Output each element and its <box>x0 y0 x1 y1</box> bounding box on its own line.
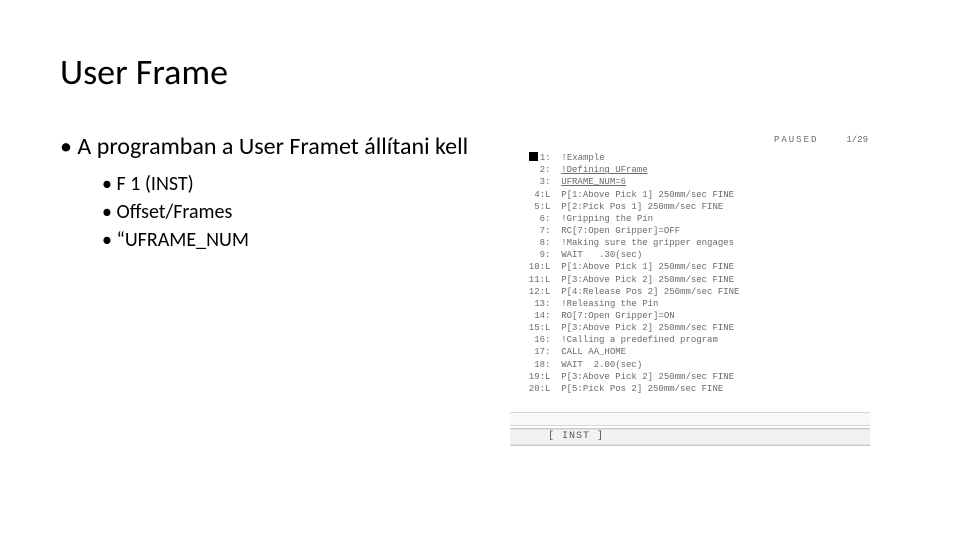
bullet-main: A programban a User Framet állítani kell <box>60 132 490 162</box>
sub-bullet-list: F 1 (INST) Offset/Frames “UFRAME_NUM <box>60 170 490 254</box>
slide: User Frame A programban a User Framet ál… <box>0 0 960 540</box>
sub-bullet: “UFRAME_NUM <box>102 226 490 254</box>
code-line: 8: !Making sure the gripper engages <box>518 237 872 249</box>
code-line: 7: RC[7:Open Gripper]=OFF <box>518 225 872 237</box>
code-line: 10:L P[1:Above Pick 1] 250mm/sec FINE <box>518 261 872 273</box>
code-line: 14: RO[7:Open Gripper]=ON <box>518 310 872 322</box>
code-line: 20:L P[5:Pick Pos 2] 250mm/sec FINE <box>518 383 872 395</box>
code-line: 15:L P[3:Above Pick 2] 250mm/sec FINE <box>518 322 872 334</box>
text-column: A programban a User Framet állítani kell… <box>60 132 500 254</box>
cursor-block-icon <box>529 152 538 161</box>
sub-bullet: Offset/Frames <box>102 198 490 226</box>
content-row: A programban a User Framet állítani kell… <box>60 132 900 452</box>
code-line: 17: CALL AA_HOME <box>518 346 872 358</box>
pendant-divider <box>510 412 870 426</box>
code-line: 12:L P[4:Release Pos 2] 250mm/sec FINE <box>518 286 872 298</box>
slide-title: User Frame <box>60 50 900 94</box>
sub-bullet: F 1 (INST) <box>102 170 490 198</box>
code-line: 5:L P[2:Pick Pos 1] 250mm/sec FINE <box>518 201 872 213</box>
pendant-status: PAUSED <box>774 134 818 146</box>
code-line: 3: UFRAME_NUM=6 <box>518 176 872 188</box>
pendant-code: 1: !Example 2: !Defining UFrame 3: UFRAM… <box>500 152 880 395</box>
code-line: 18: WAIT 2.00(sec) <box>518 359 872 371</box>
pendant-footer: [ INST ] <box>510 428 870 446</box>
teach-pendant-screenshot: PAUSED 1/29 1: !Example 2: !Defining UFr… <box>500 132 880 452</box>
code-line: 11:L P[3:Above Pick 2] 250mm/sec FINE <box>518 274 872 286</box>
pendant-counter: 1/29 <box>846 134 868 146</box>
code-line: 4:L P[1:Above Pick 1] 250mm/sec FINE <box>518 189 872 201</box>
code-line: 19:L P[3:Above Pick 2] 250mm/sec FINE <box>518 371 872 383</box>
code-line: 1: !Example <box>518 152 872 164</box>
pendant-header: PAUSED 1/29 <box>500 132 880 152</box>
code-line: 9: WAIT .30(sec) <box>518 249 872 261</box>
code-line: 2: !Defining UFrame <box>518 164 872 176</box>
code-line: 6: !Gripping the Pin <box>518 213 872 225</box>
softkey-inst[interactable]: [ INST ] <box>548 430 604 444</box>
code-line: 13: !Releasing the Pin <box>518 298 872 310</box>
code-line: 16: !Calling a predefined program <box>518 334 872 346</box>
